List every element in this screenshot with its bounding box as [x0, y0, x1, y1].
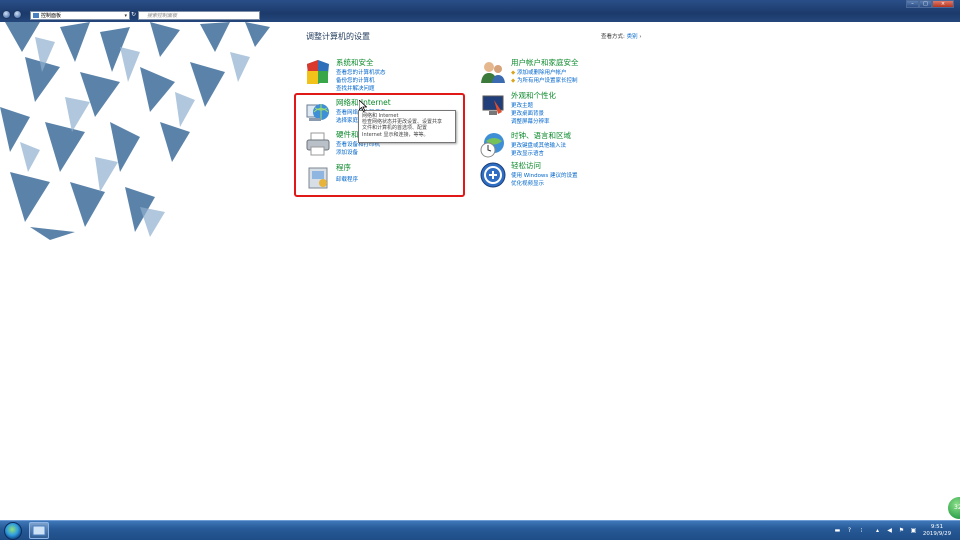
taskbar: ▬ ? ⁝ ▴ ◀ ⚑ ▣ 9:51 2019/9/29 — [0, 520, 960, 540]
search-input[interactable]: 搜索控制面板 — [138, 11, 260, 20]
category-title[interactable]: 外观和个性化 — [511, 90, 556, 101]
clock-globe-icon — [480, 133, 504, 158]
network-icon[interactable]: ▣ — [910, 527, 917, 534]
highlight-annotation-box — [294, 93, 465, 197]
users-icon — [481, 62, 505, 83]
ease-of-access-icon — [480, 162, 506, 188]
link-windows-suggestions[interactable]: 使用 Windows 建议的设置 — [511, 171, 578, 179]
link-desktop-background[interactable]: 更改桌面背景 — [511, 109, 544, 117]
category-title[interactable]: 时钟、语言和区域 — [511, 130, 571, 141]
link-parental-controls[interactable]: ◆ 为所有用户设置家长控制 — [511, 76, 578, 84]
page-title: 调整计算机的设置 — [306, 32, 370, 41]
chevron-up-icon[interactable]: ▴ — [874, 527, 881, 534]
shield-icon — [307, 60, 329, 84]
settings-icon[interactable]: ⁝ — [858, 527, 865, 534]
link-change-theme[interactable]: 更改主题 — [511, 101, 533, 109]
link-display-language[interactable]: 更改显示语言 — [511, 149, 544, 157]
forward-button[interactable] — [13, 10, 22, 19]
mouse-pointer-icon — [359, 100, 367, 112]
view-by: 查看方式: 类别 › — [601, 32, 642, 40]
glass-shards-decoration — [0, 22, 270, 240]
minimize-button[interactable]: – — [906, 0, 919, 8]
close-button[interactable]: × — [932, 0, 954, 8]
link-add-remove-users[interactable]: ◆ 添加或删除用户帐户 — [511, 68, 567, 76]
chevron-down-icon[interactable]: ▾ — [124, 12, 127, 20]
category-title[interactable]: 系统和安全 — [336, 57, 374, 68]
link-input-methods[interactable]: 更改键盘或其他输入法 — [511, 141, 566, 149]
refresh-icon[interactable]: ↻ — [131, 11, 136, 18]
link-backup[interactable]: 备份您的计算机 — [336, 76, 375, 84]
floating-badge[interactable]: 32 — [948, 497, 960, 519]
link-troubleshoot[interactable]: 查找并解决问题 — [336, 84, 375, 92]
monitor-paint-icon — [482, 95, 504, 115]
maximize-button[interactable]: □ — [919, 0, 932, 8]
clock-time: 9:51 — [930, 524, 944, 530]
volume-icon[interactable]: ◀ — [886, 527, 893, 534]
start-button[interactable] — [4, 522, 22, 540]
link-optimize-display[interactable]: 优化视频显示 — [511, 179, 544, 187]
link-view-status[interactable]: 查看您的计算机状态 — [336, 68, 386, 76]
category-title[interactable]: 轻松访问 — [511, 160, 541, 171]
chevron-down-icon[interactable]: › — [638, 34, 641, 40]
tooltip-line: Internet 显示和连接，等等。 — [362, 131, 429, 138]
address-bar-area: 控制面板 ▾ ↻ 搜索控制面板 – □ × — [0, 0, 960, 22]
link-screen-resolution[interactable]: 调整屏幕分辨率 — [511, 117, 550, 125]
flag-icon[interactable]: ⚑ — [898, 527, 905, 534]
keyboard-icon[interactable]: ▬ — [834, 527, 841, 534]
back-button[interactable] — [2, 10, 11, 19]
tooltip: 网络和 Internet 检查网络状态并更改设置、设置共享 文件和计算机的首选项… — [358, 110, 456, 143]
category-title[interactable]: 用户帐户和家庭安全 — [511, 57, 579, 68]
address-input[interactable]: 控制面板 ▾ — [30, 11, 130, 20]
control-panel-icon — [32, 525, 46, 536]
view-by-label: 查看方式: — [601, 34, 625, 40]
address-text: 控制面板 — [41, 13, 62, 19]
control-panel-icon — [33, 13, 39, 18]
help-icon[interactable]: ? — [846, 527, 853, 534]
search-placeholder: 搜索控制面板 — [147, 13, 178, 19]
view-by-dropdown[interactable]: 类别 — [627, 34, 638, 40]
taskbar-control-panel[interactable] — [29, 522, 49, 539]
clock-date: 2019/9/29 — [922, 531, 952, 537]
clock[interactable]: 9:51 2019/9/29 — [920, 524, 954, 538]
